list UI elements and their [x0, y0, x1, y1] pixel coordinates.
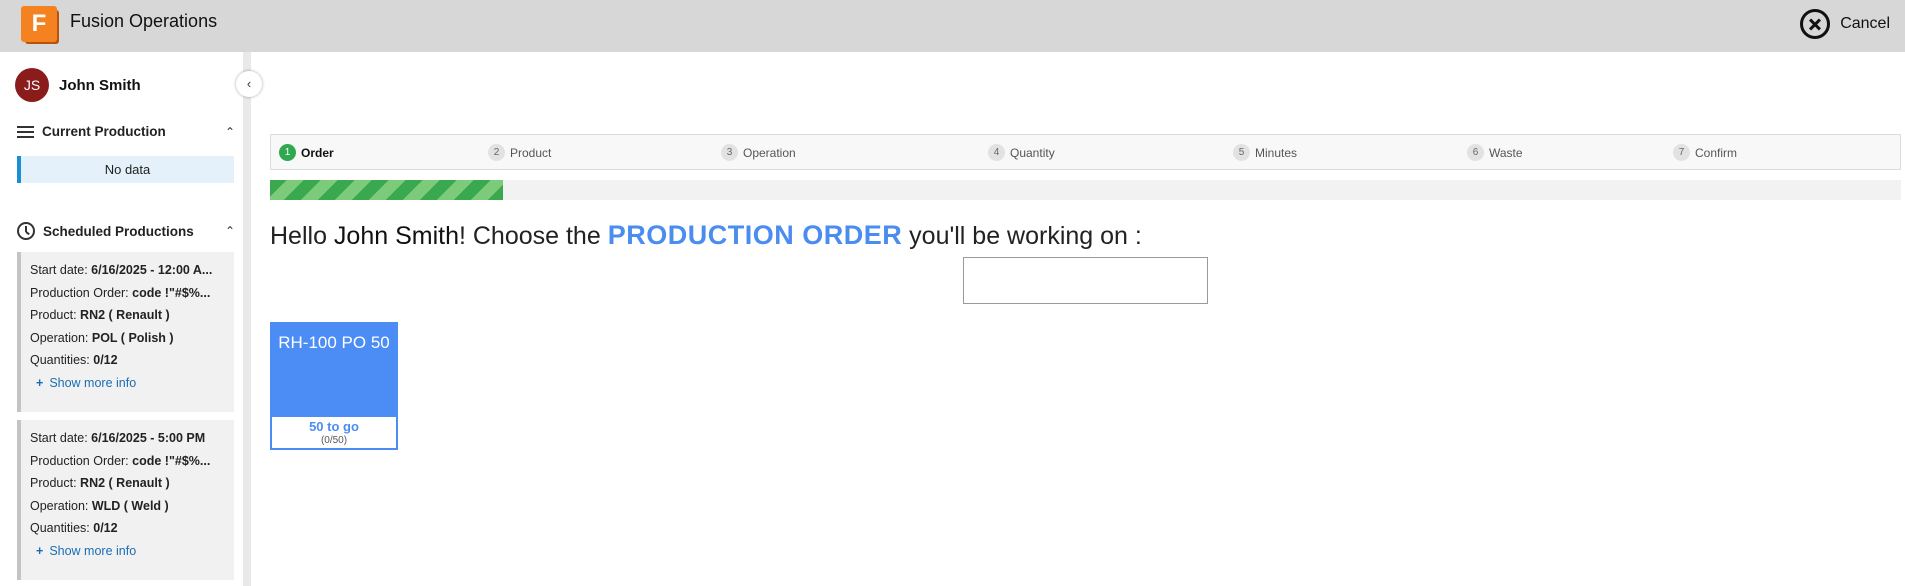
step-waste[interactable]: 6 Waste	[1467, 144, 1523, 161]
scheduled-production-card[interactable]: Start date: 6/16/2025 - 12:00 A... Produ…	[17, 252, 234, 412]
heading-emphasis: PRODUCTION ORDER	[607, 220, 903, 250]
show-more-info-link[interactable]: + Show more info	[30, 376, 225, 390]
step-label: Operation	[743, 145, 796, 160]
logo-letter: F	[21, 6, 57, 42]
step-number: 1	[279, 144, 296, 161]
step-number: 2	[488, 144, 505, 161]
no-data-message: No data	[17, 156, 234, 183]
step-label: Confirm	[1695, 145, 1738, 160]
step-label: Order	[301, 145, 334, 160]
user-profile: JS John Smith	[15, 68, 141, 102]
start-date-row: Start date: 6/16/2025 - 5:00 PM	[30, 431, 206, 445]
heading-suffix: you'll be working on :	[902, 222, 1142, 250]
chevron-up-icon[interactable]: ⌃	[225, 224, 235, 238]
step-number: 7	[1673, 144, 1690, 161]
operation-row: Operation: WLD ( Weld )	[30, 498, 169, 513]
avatar: JS	[15, 68, 49, 102]
operation-row: Operation: POL ( Polish )	[30, 330, 174, 345]
step-number: 3	[721, 144, 738, 161]
wizard-steps: 1 Order 2 Product 3 Operation 4 Quantity…	[270, 134, 1901, 170]
cancel-label: Cancel	[1840, 15, 1890, 32]
close-circle-icon	[1800, 9, 1831, 39]
product-row: Product: RN2 ( Renault )	[30, 476, 170, 490]
step-number: 6	[1467, 144, 1484, 161]
step-operation[interactable]: 3 Operation	[721, 144, 796, 161]
scheduled-production-card[interactable]: Start date: 6/16/2025 - 5:00 PM Producti…	[17, 420, 234, 580]
wizard-progress-bar	[270, 180, 1901, 200]
fusion-logo: F	[21, 4, 61, 44]
app-title: Fusion Operations	[70, 11, 218, 31]
current-production-title: Current Production	[42, 124, 166, 139]
step-quantity[interactable]: 4 Quantity	[988, 144, 1055, 161]
scheduled-productions-title: Scheduled Productions	[43, 223, 194, 239]
step-minutes[interactable]: 5 Minutes	[1233, 144, 1297, 161]
top-bar: F Fusion Operations Cancel	[0, 0, 1905, 52]
step-product[interactable]: 2 Product	[488, 144, 551, 161]
cancel-button[interactable]: Cancel	[1800, 9, 1890, 39]
list-icon	[17, 125, 34, 139]
heading-choose: ! Choose the	[458, 222, 608, 250]
chevron-up-icon[interactable]: ⌃	[225, 125, 235, 139]
order-remaining: 50 to go	[309, 419, 359, 434]
order-search-input[interactable]	[963, 257, 1208, 304]
step-label: Product	[510, 145, 552, 160]
quantities-row: Quantities: 0/12	[30, 521, 118, 535]
heading-hello: Hello	[270, 222, 334, 250]
step-number: 5	[1233, 144, 1250, 161]
start-date-row: Start date: 6/16/2025 - 12:00 A...	[30, 263, 213, 277]
step-confirm[interactable]: 7 Confirm	[1673, 144, 1737, 161]
page-heading: Hello John Smith! Choose the PRODUCTION …	[270, 220, 1142, 251]
plus-icon: +	[36, 375, 44, 390]
scheduled-productions-header[interactable]: Scheduled Productions ⌃	[17, 222, 235, 240]
production-order-tile[interactable]: RH-100 PO 50 50 to go (0/50)	[270, 322, 398, 450]
step-label: Quantity	[1010, 145, 1055, 160]
main-content: 1 Order 2 Product 3 Operation 4 Quantity…	[259, 52, 1905, 586]
quantities-row: Quantities: 0/12	[30, 353, 118, 367]
order-name: RH-100 PO 50	[278, 333, 390, 352]
collapse-sidebar-button[interactable]: ‹	[236, 71, 262, 97]
order-progress-box: 50 to go (0/50)	[272, 417, 396, 448]
clock-icon	[17, 222, 35, 240]
product-row: Product: RN2 ( Renault )	[30, 308, 170, 322]
step-number: 4	[988, 144, 1005, 161]
order-ratio: (0/50)	[320, 435, 348, 446]
progress-fill	[270, 180, 503, 200]
production-order-row: Production Order: code !"#$%...	[30, 285, 211, 300]
sidebar: JS John Smith Current Production ⌃ No da…	[0, 52, 251, 586]
production-order-row: Production Order: code !"#$%...	[30, 453, 211, 468]
step-label: Waste	[1489, 145, 1523, 160]
user-name: John Smith	[59, 76, 141, 94]
step-order[interactable]: 1 Order	[279, 144, 334, 161]
heading-user-name: John Smith	[333, 222, 459, 250]
step-label: Minutes	[1255, 145, 1298, 160]
plus-icon: +	[36, 543, 44, 558]
show-more-info-link[interactable]: + Show more info	[30, 544, 225, 558]
current-production-header[interactable]: Current Production ⌃	[17, 124, 235, 139]
